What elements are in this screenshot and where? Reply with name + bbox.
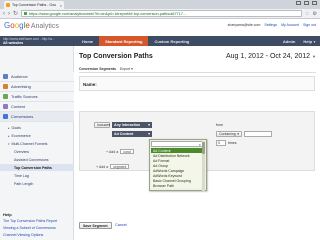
conversions-icon: [3, 114, 8, 119]
sidebar-item-ecommerce[interactable]: ▸ Ecommerce: [0, 132, 74, 139]
export-menu[interactable]: Export ▾: [120, 67, 133, 71]
help-menu[interactable]: Help▼: [303, 39, 316, 44]
help-link[interactable]: Channel Viewing Options: [3, 233, 43, 237]
tab-custom-reporting[interactable]: Custom Reporting: [148, 36, 195, 46]
page-title: Top Conversion Paths: [79, 53, 153, 60]
help-link[interactable]: The Top Conversion Paths Report: [3, 219, 57, 223]
wrench-icon[interactable]: ⚙: [313, 11, 317, 17]
browser-tab-bar: Top Conversion Paths - Goo ×: [0, 0, 320, 9]
my-account-link[interactable]: My Account: [281, 23, 299, 27]
account-selector[interactable]: http://www.siteName.com - http://w... Al…: [3, 37, 74, 45]
conversion-segments-button[interactable]: Conversion Segments: [79, 67, 116, 71]
segment-name-box: Name:: [79, 76, 315, 91]
reload-icon[interactable]: ↻: [13, 11, 18, 17]
ga-header: GoogleAnalytics shariyama@site.com Setti…: [0, 19, 320, 36]
audience-icon: [3, 74, 8, 79]
content-icon: [3, 104, 8, 109]
sidebar: Audience Advertising Traffic Sources Con…: [0, 46, 74, 240]
url-text: https://www.google.com/analytics/web/?hl…: [29, 11, 187, 16]
chevron-down-icon: ▾: [108, 123, 111, 127]
sidebar-item-overview[interactable]: Overview: [0, 148, 74, 155]
chevron-down-icon: ▼: [313, 39, 316, 44]
maximize-icon[interactable]: [304, 1, 309, 5]
main-content: Top Conversion Paths Aug 1, 2012 - Oct 2…: [75, 46, 320, 240]
dimension-dropdown: ⌕ Ad Content Ad Distribution Network Ad …: [149, 139, 207, 191]
dropdown-search-input[interactable]: ⌕: [151, 141, 203, 147]
sidebar-item-path-length[interactable]: Path Length: [0, 180, 74, 187]
close-window-icon[interactable]: [312, 1, 317, 5]
chevron-down-icon: ▼: [312, 54, 316, 59]
account-view: All websites: [3, 41, 24, 45]
sidebar-item-time-lag[interactable]: Time Lag: [0, 172, 74, 179]
tab-standard-reporting[interactable]: Standard Reporting: [99, 36, 149, 46]
include-select[interactable]: Include ▾: [94, 122, 110, 128]
sidebar-item-top-conversion-paths[interactable]: Top Conversion Paths: [0, 164, 74, 171]
user-email: shariyama@site.com: [227, 23, 261, 27]
sidebar-item-content[interactable]: Content: [0, 102, 74, 112]
times-input[interactable]: 0: [216, 140, 226, 146]
save-segment-button[interactable]: Save Segment: [79, 222, 112, 229]
sidebar-item-traffic-sources[interactable]: Traffic Sources: [0, 92, 74, 102]
sidebar-item-assisted-conversions[interactable]: Assisted Conversions: [0, 156, 74, 163]
expand-icon: ▸: [8, 133, 10, 138]
help-link[interactable]: Viewing a Subset of Conversions: [3, 226, 56, 230]
url-field[interactable]: https://www.google.com/analytics/web/?hl…: [21, 10, 303, 17]
from-label: from: [216, 123, 224, 127]
collapse-icon: ▾: [8, 141, 10, 146]
match-value-input[interactable]: [244, 131, 272, 137]
help-title: Help: [3, 212, 12, 217]
sidebar-item-advertising[interactable]: Advertising: [0, 82, 74, 92]
sidebar-item-audience[interactable]: Audience: [0, 72, 74, 82]
admin-link[interactable]: Admin: [283, 39, 295, 44]
add-condition[interactable]: + Add a cond: [106, 149, 134, 154]
browser-tab[interactable]: Top Conversion Paths - Goo ×: [4, 1, 64, 9]
advertising-icon: [3, 84, 8, 89]
tab-title: Top Conversion Paths - Goo: [12, 3, 56, 7]
window-controls: [296, 1, 317, 5]
chevron-down-icon: ▾: [148, 123, 150, 127]
tab-home[interactable]: Home: [76, 36, 99, 46]
name-label: Name:: [83, 82, 97, 87]
dropdown-scrollbar-thumb[interactable]: [202, 142, 205, 154]
favicon-icon: [6, 3, 10, 7]
bookmark-star-icon[interactable]: ☆: [305, 11, 309, 17]
minimize-icon[interactable]: [296, 1, 301, 5]
chevron-down-icon: ▾: [148, 132, 150, 136]
add-segment[interactable]: + Add a segment: [96, 164, 130, 169]
date-range-picker[interactable]: Aug 1, 2012 - Oct 24, 2012 ▼: [226, 53, 316, 60]
back-icon[interactable]: ‹: [3, 11, 5, 17]
settings-link[interactable]: Settings: [264, 23, 277, 27]
interaction-select[interactable]: Any Interaction ▾: [112, 122, 152, 128]
address-bar-row: ‹ › ↻ https://www.google.com/analytics/w…: [0, 9, 320, 19]
match-type-select[interactable]: Containing ▾: [216, 131, 242, 137]
divider: [79, 72, 316, 73]
sidebar-item-conversions[interactable]: Conversions: [0, 112, 74, 122]
main-nav: http://www.siteName.com - http://w... Al…: [0, 36, 320, 46]
report-subnav: Conversion Segments Export ▾: [79, 67, 133, 71]
traffic-sources-icon: [3, 94, 8, 99]
forward-icon[interactable]: ›: [8, 11, 10, 17]
sidebar-item-multi-channel-funnels[interactable]: ▾ Multi-Channel Funnels: [0, 140, 74, 147]
close-tab-icon[interactable]: ×: [60, 3, 62, 8]
expand-icon: ▸: [8, 125, 10, 130]
user-links: shariyama@site.com Settings My Account S…: [228, 23, 316, 27]
sidebar-item-goals[interactable]: ▸ Goals: [0, 124, 74, 131]
search-icon: ⌕: [198, 141, 201, 147]
chevron-down-icon: ▾: [237, 132, 239, 136]
cancel-link[interactable]: Cancel: [115, 223, 127, 227]
google-analytics-logo[interactable]: GoogleAnalytics: [4, 22, 59, 31]
lock-icon: [24, 12, 28, 15]
dimension-select[interactable]: Ad Content ▾: [112, 131, 152, 137]
sign-out-link[interactable]: Sign out: [303, 23, 316, 27]
dropdown-option[interactable]: Browser Path: [151, 183, 203, 188]
times-label: times: [228, 141, 237, 145]
